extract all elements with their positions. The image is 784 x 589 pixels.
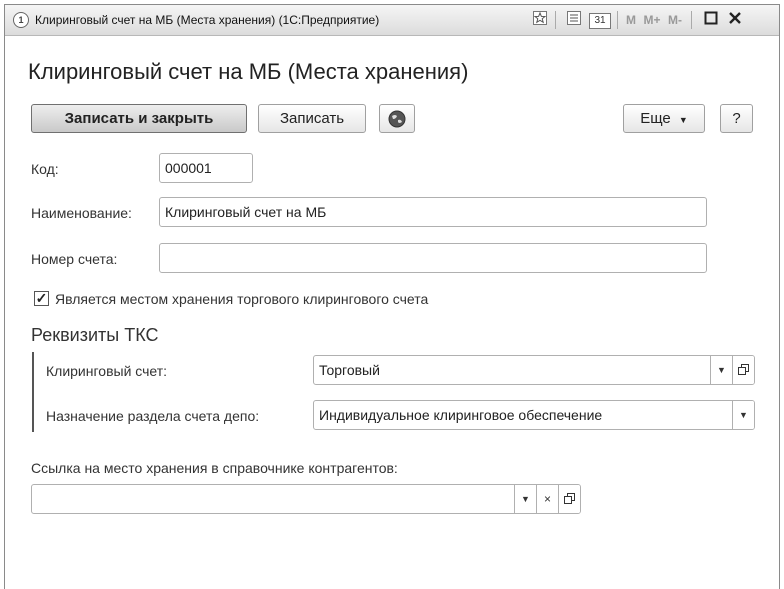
globe-button[interactable] [379,104,415,133]
code-label: Код: [31,161,59,177]
depot-purpose-field[interactable]: Индивидуальное клиринговое обеспечение ▼ [313,400,755,430]
calendar-icon[interactable]: 31 [589,13,611,29]
1c-logo-icon[interactable]: 1 [13,12,29,28]
counterparty-link-field[interactable]: ▼ × [31,484,581,514]
help-button[interactable]: ? [720,104,753,133]
memory-plus-button[interactable]: M+ [641,11,663,29]
save-and-close-button[interactable]: Записать и закрыть [31,104,247,133]
name-field[interactable]: Клиринговый счет на МБ [159,197,707,227]
code-field[interactable]: 000001 [159,153,253,183]
clearing-account-field[interactable]: Торговый ▼ [313,355,755,385]
depot-purpose-label: Назначение раздела счета депо: [46,408,260,424]
storage-checkbox-label[interactable]: Является местом хранения торгового клири… [55,291,428,307]
globe-icon [388,110,406,132]
more-button[interactable]: Еще ▼ [623,104,705,133]
name-label: Наименование: [31,205,132,221]
toolbar-separator [555,11,556,29]
clearing-account-label: Клиринговый счет: [46,363,168,379]
chevron-down-icon[interactable]: ▼ [514,485,536,513]
chevron-down-icon[interactable]: ▼ [732,401,754,429]
toolbar-separator [691,11,692,29]
open-icon[interactable] [558,485,580,513]
close-icon[interactable] [725,11,745,29]
account-number-label: Номер счета: [31,251,118,267]
memory-button[interactable]: M [623,11,639,29]
open-icon[interactable] [732,356,754,384]
maximize-icon[interactable] [701,11,721,29]
toolbar-separator [617,11,618,29]
star-icon[interactable] [531,11,549,29]
chevron-down-icon[interactable]: ▼ [710,356,732,384]
group-title: Реквизиты ТКС [31,325,159,345]
title-bar: 1 Клиринговый счет на МБ (Места хранения… [5,5,779,36]
list-icon[interactable] [565,11,583,29]
memory-minus-button[interactable]: M- [665,11,685,29]
clearing-account-value: Торговый [319,362,380,378]
more-label: Еще [640,110,671,127]
save-button[interactable]: Записать [258,104,366,133]
account-number-field[interactable] [159,243,707,273]
storage-checkbox[interactable]: ✓ [34,291,49,306]
chevron-down-icon: ▼ [678,115,688,125]
form-title: Клиринговый счет на МБ (Места хранения) [28,59,469,84]
clear-icon[interactable]: × [536,485,558,513]
group-divider [32,352,34,432]
depot-purpose-value: Индивидуальное клиринговое обеспечение [319,407,603,423]
window-title: Клиринговый счет на МБ (Места хранения) … [35,13,380,27]
counterparty-link-label: Ссылка на место хранения в справочнике к… [31,460,398,476]
